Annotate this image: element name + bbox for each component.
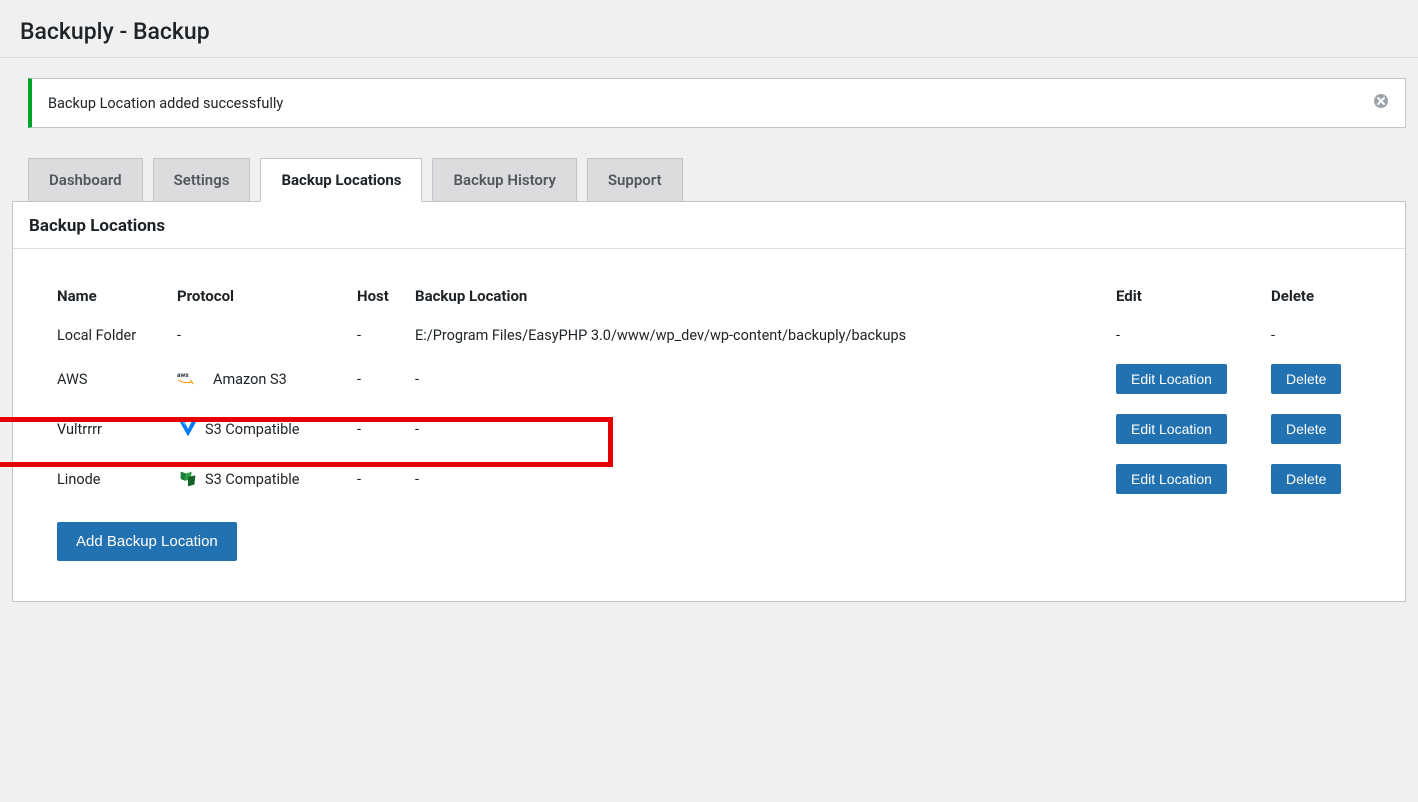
protocol-label: Amazon S3	[213, 371, 287, 388]
protocol-label: S3 Compatible	[205, 471, 299, 488]
cell-protocol: -	[177, 317, 357, 354]
locations-table: Name Protocol Host Backup Location Edit …	[57, 279, 1361, 504]
cell-edit: Edit Location	[1116, 404, 1271, 454]
cell-name: AWS	[57, 354, 177, 404]
cell-edit: Edit Location	[1116, 354, 1271, 404]
cell-protocol: S3 Compatible	[177, 404, 357, 454]
edit-location-button[interactable]: Edit Location	[1116, 414, 1227, 444]
backup-locations-panel: Backup Locations Name Protocol Host Back…	[12, 201, 1406, 602]
delete-button[interactable]: Delete	[1271, 464, 1341, 494]
cell-delete: Delete	[1271, 354, 1361, 404]
panel-heading: Backup Locations	[13, 202, 1405, 249]
cell-name: Linode	[57, 454, 177, 504]
linode-icon	[177, 468, 199, 490]
col-protocol: Protocol	[177, 279, 357, 317]
tab-support[interactable]: Support	[587, 158, 683, 202]
cell-location: E:/Program Files/EasyPHP 3.0/www/wp_dev/…	[415, 317, 1116, 354]
cell-host: -	[357, 317, 415, 354]
protocol-label: S3 Compatible	[205, 421, 299, 438]
table-row: Local Folder - - E:/Program Files/EasyPH…	[57, 317, 1361, 354]
edit-location-button[interactable]: Edit Location	[1116, 464, 1227, 494]
table-row: AWS aws Amazon S3 - - Edit Location Dele…	[57, 354, 1361, 404]
add-backup-location-button[interactable]: Add Backup Location	[57, 522, 237, 561]
col-location: Backup Location	[415, 279, 1116, 317]
table-row: Linode S3 Compatible - - Edit Location D…	[57, 454, 1361, 504]
page-title: Backuply - Backup	[0, 0, 1418, 57]
edit-location-button[interactable]: Edit Location	[1116, 364, 1227, 394]
col-host: Host	[357, 279, 415, 317]
cell-name: Vultrrrr	[57, 404, 177, 454]
vultr-icon	[177, 418, 199, 440]
cell-location: -	[415, 404, 1116, 454]
col-edit: Edit	[1116, 279, 1271, 317]
close-icon[interactable]	[1373, 93, 1389, 113]
col-name: Name	[57, 279, 177, 317]
cell-protocol: S3 Compatible	[177, 454, 357, 504]
cell-edit: Edit Location	[1116, 454, 1271, 504]
tab-settings[interactable]: Settings	[153, 158, 251, 202]
aws-icon: aws	[177, 369, 207, 389]
cell-protocol: aws Amazon S3	[177, 354, 357, 404]
cell-host: -	[357, 454, 415, 504]
delete-button[interactable]: Delete	[1271, 364, 1341, 394]
cell-name: Local Folder	[57, 317, 177, 354]
cell-delete: Delete	[1271, 454, 1361, 504]
notice-text: Backup Location added successfully	[48, 95, 283, 112]
cell-host: -	[357, 404, 415, 454]
cell-host: -	[357, 354, 415, 404]
tabs: Dashboard Settings Backup Locations Back…	[28, 158, 1418, 202]
tab-backup-locations[interactable]: Backup Locations	[260, 158, 422, 202]
cell-location: -	[415, 454, 1116, 504]
cell-location: -	[415, 354, 1116, 404]
table-row: Vultrrrr S3 Compatible - - Edit Location…	[57, 404, 1361, 454]
delete-button[interactable]: Delete	[1271, 414, 1341, 444]
cell-delete: -	[1271, 317, 1361, 354]
title-divider	[0, 57, 1418, 58]
tab-backup-history[interactable]: Backup History	[432, 158, 576, 202]
cell-delete: Delete	[1271, 404, 1361, 454]
tab-dashboard[interactable]: Dashboard	[28, 158, 143, 202]
col-delete: Delete	[1271, 279, 1361, 317]
cell-edit: -	[1116, 317, 1271, 354]
success-notice: Backup Location added successfully	[28, 78, 1406, 128]
svg-text:aws: aws	[177, 371, 189, 379]
